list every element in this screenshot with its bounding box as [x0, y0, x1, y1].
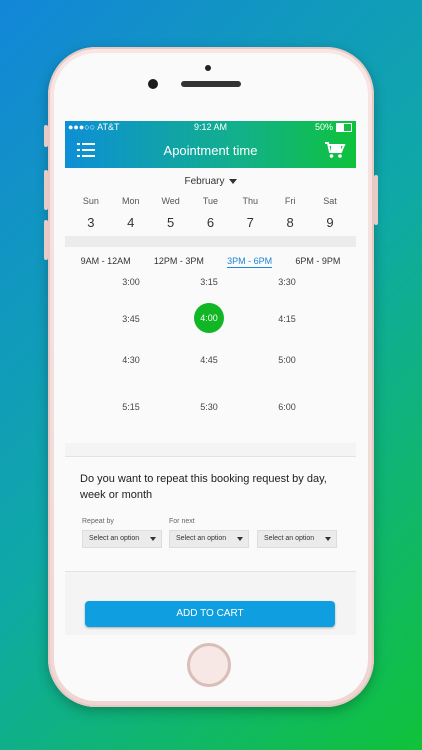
time-slot[interactable]: 5:15 [101, 402, 161, 412]
day-date: 5 [166, 215, 175, 230]
time-range-tab[interactable]: 3PM - 6PM [227, 256, 273, 268]
time-slot[interactable]: 4:45 [179, 355, 239, 365]
for-next-select[interactable]: Select an option [169, 530, 249, 548]
time-slot-label: 4:00 [194, 303, 224, 333]
status-bar: ●●●○○ AT&T 9:12 AM 50% [65, 121, 356, 134]
volume-down-button [44, 220, 48, 260]
caret-down-icon [325, 537, 331, 541]
day-name: Tue [202, 196, 219, 206]
proximity-sensor [205, 65, 211, 71]
time-range-tab[interactable]: 12PM - 3PM [154, 256, 204, 268]
cart-icon[interactable] [324, 141, 346, 159]
time-range-tab[interactable]: 6PM - 9PM [295, 256, 340, 268]
day-date: 9 [326, 215, 334, 230]
select-placeholder: Select an option [264, 535, 315, 542]
day-name: Sat [323, 196, 337, 206]
day-row: Sun 3 Mon 4 Wed 5 Tue 6 Thu 7 Fri 8 Sat 9 [65, 196, 356, 230]
day-date: 6 [206, 215, 215, 230]
period-select[interactable]: Select an option [257, 530, 337, 548]
time-slot[interactable]: 4:00 [179, 303, 239, 333]
time-slot-label: 4:15 [278, 314, 296, 324]
day-thu[interactable]: Thu 7 [232, 196, 268, 230]
app-bar: Apointment time [65, 134, 356, 168]
time-slot-label: 4:30 [122, 355, 140, 365]
day-name: Thu [242, 196, 259, 206]
day-name: Wed [161, 196, 180, 206]
status-time: 9:12 AM [193, 122, 228, 132]
select-placeholder: Select an option [89, 535, 140, 542]
day-mon[interactable]: Mon 4 [113, 196, 149, 230]
battery-percent: 50% [314, 122, 333, 132]
time-slot[interactable]: 4:15 [257, 314, 317, 324]
power-button [374, 175, 378, 225]
add-to-cart-button[interactable]: ADD TO CART [85, 601, 335, 627]
month-label: February [184, 176, 225, 187]
time-slot-panel: 9AM - 12AM 12PM - 3PM 3PM - 6PM 6PM - 9PM 3… [65, 247, 356, 443]
day-sun[interactable]: Sun 3 [73, 196, 109, 230]
select-placeholder: Select an option [176, 535, 227, 542]
page-title: Apointment time [163, 143, 258, 158]
repeat-booking-panel: Do you want to repeat this booking reque… [65, 456, 356, 572]
caret-down-icon [228, 178, 237, 184]
home-button[interactable] [187, 643, 231, 687]
time-slot[interactable]: 6:00 [257, 402, 317, 412]
month-selector[interactable]: February [65, 176, 356, 187]
day-name: Sun [82, 196, 99, 206]
time-slot[interactable]: 3:00 [101, 277, 161, 287]
app-header: ●●●○○ AT&T 9:12 AM 50% Apointment time [65, 121, 356, 168]
day-date: 8 [286, 215, 294, 230]
time-slot[interactable]: 4:30 [101, 355, 161, 365]
repeat-by-select[interactable]: Select an option [82, 530, 162, 548]
battery-icon [336, 122, 352, 132]
time-slot-label: 5:15 [122, 402, 140, 412]
time-slot-label: 5:00 [278, 355, 296, 365]
day-sat[interactable]: Sat 9 [312, 196, 348, 230]
caret-down-icon [150, 537, 156, 541]
repeat-by-label: Repeat by [82, 518, 114, 525]
time-slot-label: 3:45 [122, 314, 140, 324]
repeat-question: Do you want to repeat this booking reque… [80, 473, 327, 501]
time-range-tab[interactable]: 9AM - 12AM [81, 256, 131, 268]
time-slot-label: 4:45 [200, 355, 218, 365]
time-slot-label: 5:30 [200, 402, 218, 412]
time-slot-label: 3:15 [200, 277, 218, 287]
day-fri[interactable]: Fri 8 [272, 196, 308, 230]
day-date: 4 [127, 215, 135, 230]
mute-switch [44, 125, 48, 147]
volume-up-button [44, 170, 48, 210]
day-wed[interactable]: Wed 5 [153, 196, 189, 230]
time-slot-label: 3:00 [122, 277, 140, 287]
section-divider [65, 236, 356, 247]
app-screen: ●●●○○ AT&T 9:12 AM 50% Apointment time F… [65, 121, 356, 635]
time-slot-label: 3:30 [278, 277, 296, 287]
day-tue[interactable]: Tue 6 [192, 196, 228, 230]
time-range-tabs: 9AM - 12AM 12PM - 3PM 3PM - 6PM 6PM - 9PM [65, 247, 356, 268]
date-picker: February Sun 3 Mon 4 Wed 5 Tue 6 Thu 7 Fri 8 Sat 9 [65, 168, 356, 236]
time-slot[interactable]: 3:30 [257, 277, 317, 287]
earpiece-speaker [181, 81, 241, 87]
day-name: Mon [122, 196, 140, 206]
day-name: Fri [284, 196, 296, 206]
front-camera [148, 79, 158, 89]
caret-down-icon [237, 537, 243, 541]
for-next-label: For next [169, 518, 195, 525]
day-date: 7 [246, 215, 254, 230]
battery-status: 50% [315, 122, 352, 132]
day-date: 3 [87, 215, 95, 230]
time-slot-label: 6:00 [278, 402, 296, 412]
time-slot[interactable]: 5:00 [257, 355, 317, 365]
time-slot[interactable]: 5:30 [179, 402, 239, 412]
time-slot[interactable]: 3:45 [101, 314, 161, 324]
time-slot[interactable]: 3:15 [179, 277, 239, 287]
